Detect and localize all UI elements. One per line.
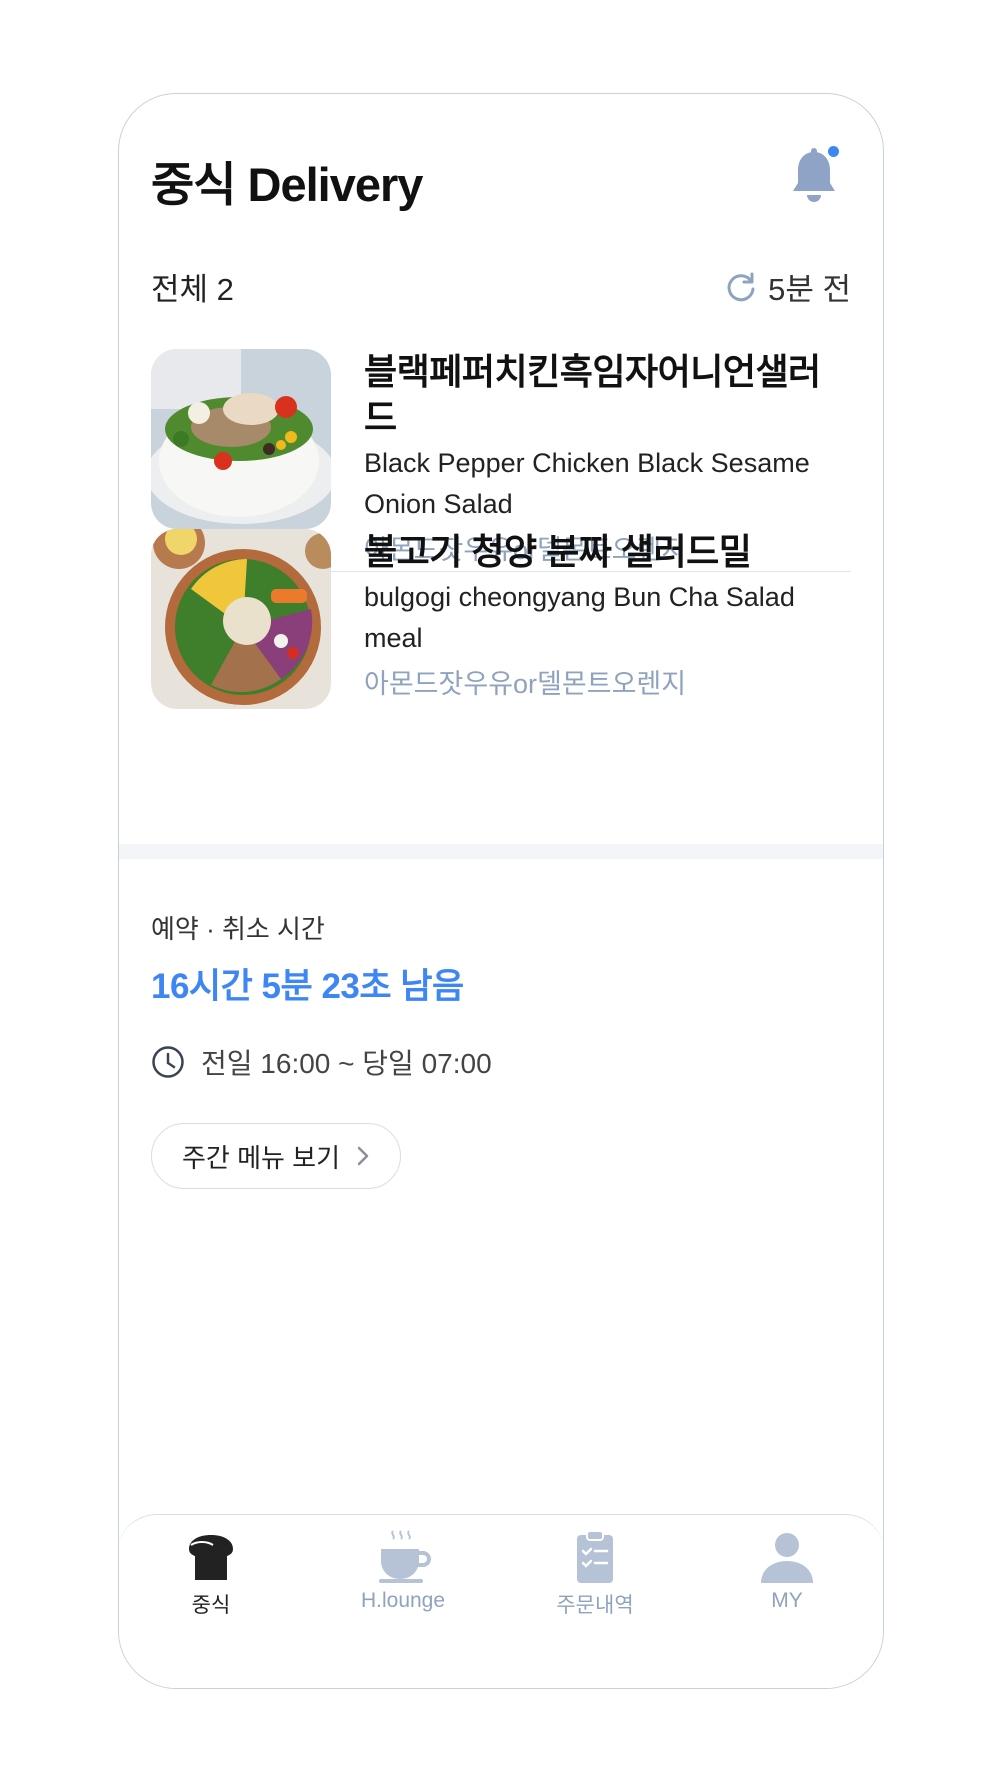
menu-list: 블랙페퍼치킨흑임자어니언샐러드 Black Pepper Chicken Bla…	[151, 349, 851, 709]
tab-order-history[interactable]: 주문내역	[525, 1527, 665, 1619]
weekly-menu-label: 주간 메뉴 보기	[182, 1142, 340, 1173]
refresh-icon	[727, 272, 755, 301]
tab-label: 중식	[191, 1594, 231, 1617]
refresh-button[interactable]: 5분 전	[724, 264, 851, 309]
refresh-time: 5분 전	[768, 272, 851, 307]
reservation-label: 예약 · 취소 시간	[151, 914, 325, 944]
time-range-text: 전일 16:00 ~ 당일 07:00	[201, 1048, 492, 1079]
menu-name-korean: 불고기 청양 분짜 샐러드밀	[364, 531, 752, 572]
tab-label: H.lounge	[360, 1589, 446, 1612]
reservation-info: 예약 · 취소 시간 16시간 5분 23초 남음 전일 16:00 ~ 당일 …	[151, 909, 851, 1082]
chevron-right-icon	[357, 1146, 369, 1166]
menu-name-english: Black Pepper Chicken Black Sesame Onion …	[364, 448, 810, 519]
app-screen: 중식 Delivery 전체 2 5분 전 블랙페퍼치킨흑임자어니언샐러드 Bl…	[118, 93, 884, 1689]
salad-photo	[151, 529, 331, 709]
bottom-tab-bar: 중식 H.lounge 주문내역 MY	[119, 1514, 883, 1688]
notification-button[interactable]	[789, 146, 839, 208]
menu-drink-option: 아몬드잣우유or델몬트오렌지	[364, 669, 687, 699]
section-separator	[119, 844, 883, 859]
menu-name-korean: 블랙페퍼치킨흑임자어니언샐러드	[364, 351, 821, 438]
menu-item[interactable]: 불고기 청양 분짜 샐러드밀 bulgogi cheongyang Bun Ch…	[151, 529, 851, 709]
weekly-menu-button[interactable]: 주간 메뉴 보기	[151, 1123, 401, 1189]
reservation-time-range: 전일 16:00 ~ 당일 07:00	[151, 1042, 851, 1082]
menu-name-english: bulgogi cheongyang Bun Cha Salad meal	[364, 582, 795, 653]
clock-icon	[152, 1046, 184, 1078]
tab-label: 주문내역	[556, 1594, 634, 1617]
total-count: 전체 2	[151, 272, 234, 307]
menu-item-info: 불고기 청양 분짜 샐러드밀 bulgogi cheongyang Bun Ch…	[364, 529, 851, 709]
reservation-countdown: 16시간 5분 23초 남음	[151, 967, 464, 1006]
salad-photo	[151, 349, 331, 529]
list-summary: 전체 2 5분 전	[151, 264, 851, 307]
clipboard-icon	[577, 1530, 613, 1583]
tab-lunch[interactable]: 중식	[141, 1527, 281, 1619]
header: 중식 Delivery	[151, 146, 855, 216]
coffee-cup-icon	[379, 1530, 431, 1583]
menu-item[interactable]: 블랙페퍼치킨흑임자어니언샐러드 Black Pepper Chicken Bla…	[151, 349, 851, 565]
tab-my[interactable]: MY	[717, 1527, 857, 1613]
tab-hlounge[interactable]: H.lounge	[333, 1527, 473, 1613]
person-icon	[761, 1533, 813, 1583]
page-title: 중식 Delivery	[151, 158, 423, 211]
tab-label: MY	[771, 1589, 803, 1612]
notification-badge	[828, 146, 839, 157]
bread-icon	[189, 1535, 233, 1580]
menu-item-info: 블랙페퍼치킨흑임자어니언샐러드 Black Pepper Chicken Bla…	[364, 349, 851, 565]
